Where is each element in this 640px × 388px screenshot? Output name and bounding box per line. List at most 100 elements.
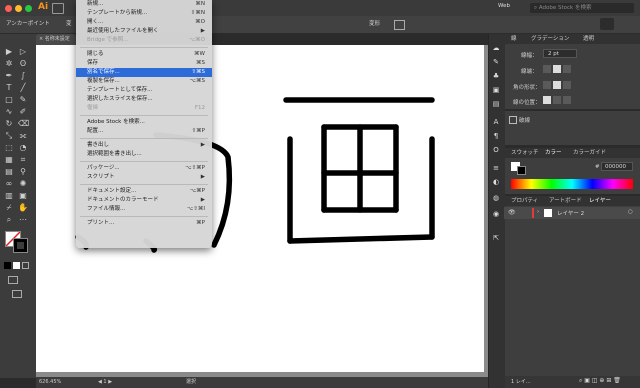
symbols-icon[interactable]: ♣	[492, 72, 500, 80]
document-tab[interactable]: × 名称未設定	[36, 34, 76, 45]
paintbrush-tool-icon[interactable]: ✎	[18, 95, 28, 105]
align-outside-button[interactable]	[563, 96, 571, 104]
align-icon[interactable]	[394, 20, 405, 30]
hand-tool-icon[interactable]: ✋	[18, 203, 28, 213]
magic-wand-tool-icon[interactable]: ✲	[4, 59, 14, 69]
zoom-level[interactable]: 626.45%	[39, 377, 61, 388]
tab-color[interactable]: カラー	[545, 148, 562, 158]
rectangle-tool-icon[interactable]: □	[4, 95, 14, 105]
layer-row[interactable]: 👁 › レイヤー 2 ○	[504, 207, 640, 219]
round-cap-button[interactable]	[553, 65, 561, 73]
slice-tool-icon[interactable]: ⌿	[4, 203, 14, 213]
paragraph-icon[interactable]: ¶	[492, 132, 500, 140]
menu-item[interactable]: プリント... ⌘P	[76, 219, 212, 228]
tab-gradient[interactable]: グラデーション	[531, 34, 569, 44]
layer-target-icon[interactable]: ○	[628, 209, 633, 215]
menu-item[interactable]: 最近使用したファイルを開く ▶	[76, 27, 212, 36]
blend-tool-icon[interactable]: ∞	[4, 179, 14, 189]
appearance-icon[interactable]: ▤	[492, 100, 500, 108]
transform-link[interactable]: 変形	[369, 19, 380, 27]
miter-join-button[interactable]	[543, 81, 551, 89]
tab-swatches[interactable]: スウォッチ	[511, 148, 539, 158]
menu-item[interactable]: パッケージ... ⌥⇧⌘P	[76, 164, 212, 173]
draw-mode-icon[interactable]	[8, 276, 18, 284]
hex-input[interactable]: 000000	[601, 162, 633, 171]
curvature-tool-icon[interactable]: ∫	[18, 71, 28, 81]
artboard-tool-icon[interactable]: ▣	[18, 191, 28, 201]
menu-item[interactable]: Adobe Stock を検索...	[76, 118, 212, 127]
dashed-line-checkbox[interactable]	[509, 116, 517, 124]
zoom-tool-icon[interactable]: ⌕	[4, 215, 14, 225]
gradient-icon[interactable]: ◐	[492, 178, 500, 186]
bevel-join-button[interactable]	[563, 81, 571, 89]
graphic-styles-icon[interactable]: ▣	[492, 86, 500, 94]
menu-item[interactable]: 選択範囲を書き出し...	[76, 150, 212, 159]
menu-item[interactable]: 新規... ⌘N	[76, 0, 212, 9]
libraries-icon[interactable]: ☁	[492, 44, 500, 52]
line-tool-icon[interactable]: ╱	[18, 83, 28, 93]
character-icon[interactable]: A	[492, 118, 500, 126]
width-tool-icon[interactable]: ⟗	[18, 131, 28, 141]
maximize-window-button[interactable]	[25, 5, 32, 12]
tab-transparency[interactable]: 透明	[583, 34, 594, 44]
artboard-navigator[interactable]: ◀ 1 ▶	[98, 377, 112, 388]
tab-stroke[interactable]: 線	[511, 34, 517, 44]
stroke-color-indicator[interactable]	[517, 166, 526, 175]
footer-icons[interactable]: ⌕ ▣ ◫ ⊕ ⊞ 🗑	[579, 377, 621, 385]
menu-item[interactable]: 複製を保存... ⌥⌘S	[76, 77, 212, 86]
workspace-switcher[interactable]: Web	[498, 3, 510, 9]
eyedropper-tool-icon[interactable]: ⚲	[18, 167, 28, 177]
color-mode-button[interactable]	[4, 262, 11, 269]
menu-item[interactable]: テンプレートとして保存...	[76, 86, 212, 95]
none-mode-button[interactable]	[22, 262, 29, 269]
menu-item[interactable]: 書き出し ▶	[76, 141, 212, 150]
tab-artboards[interactable]: アートボード	[549, 196, 582, 206]
transparency-icon[interactable]: ◍	[492, 194, 500, 202]
direct-selection-tool-icon[interactable]: ▷	[18, 47, 28, 57]
lasso-tool-icon[interactable]: ʘ	[18, 59, 28, 69]
menu-item[interactable]: 保存 ⌘S	[76, 59, 212, 68]
menu-item[interactable]: 選択したスライスを保存...	[76, 95, 212, 104]
menu-item[interactable]: ドキュメントのカラーモード ▶	[76, 196, 212, 205]
menu-item[interactable]: スクリプト ▶	[76, 173, 212, 182]
scale-tool-icon[interactable]: ⤡	[4, 131, 14, 141]
menu-item[interactable]: テンプレートから新規... ⇧⌘N	[76, 9, 212, 18]
align-inside-button[interactable]	[553, 96, 561, 104]
menu-item[interactable]: 配置... ⇧⌘P	[76, 127, 212, 136]
menu-item[interactable]: 開く... ⌘O	[76, 18, 212, 27]
perspective-grid-tool-icon[interactable]: ▦	[4, 155, 14, 165]
projecting-cap-button[interactable]	[563, 65, 571, 73]
minimize-window-button[interactable]	[15, 5, 22, 12]
expand-layer-icon[interactable]: ›	[537, 209, 539, 215]
stroke-weight-input[interactable]: 2 pt	[543, 49, 577, 58]
layer-name[interactable]: レイヤー 2	[557, 209, 584, 217]
menu-item[interactable]: 閉じる ⌘W	[76, 50, 212, 59]
menu-item[interactable]: 別名で保存... ⇧⌘S	[76, 68, 212, 77]
screen-mode-icon[interactable]	[12, 290, 22, 298]
shape-builder-tool-icon[interactable]: ◔	[18, 143, 28, 153]
visibility-eye-icon[interactable]: 👁	[508, 209, 516, 216]
stock-search-input[interactable]: ⌕ Adobe Stock を検索	[530, 3, 634, 13]
tab-layers[interactable]: レイヤー	[589, 196, 611, 206]
color-spectrum[interactable]	[511, 179, 633, 189]
gradient-tool-icon[interactable]: ▤	[4, 167, 14, 177]
butt-cap-button[interactable]	[543, 65, 551, 73]
tab-properties[interactable]: プロパティ	[511, 196, 538, 206]
gradient-mode-button[interactable]	[13, 262, 20, 269]
export-icon[interactable]: ⇱	[492, 234, 500, 242]
arrange-button[interactable]	[600, 18, 614, 30]
selection-tool-icon[interactable]: ▶	[4, 47, 14, 57]
shaper-tool-icon[interactable]: ∿	[4, 107, 14, 117]
rotate-tool-icon[interactable]: ↻	[4, 119, 14, 129]
mesh-tool-icon[interactable]: ⌗	[18, 155, 28, 165]
pencil-tool-icon[interactable]: ✐	[18, 107, 28, 117]
column-graph-tool-icon[interactable]: ▥	[4, 191, 14, 201]
free-transform-tool-icon[interactable]: ⬚	[4, 143, 14, 153]
stroke-swatch[interactable]	[13, 238, 28, 253]
type-tool-icon[interactable]: T	[4, 83, 14, 93]
symbol-sprayer-tool-icon[interactable]: ✺	[18, 179, 28, 189]
menu-item[interactable]: ファイル情報... ⌥⇧⌘I	[76, 205, 212, 214]
opentype-icon[interactable]: O	[492, 146, 500, 154]
tab-color-guide[interactable]: カラーガイド	[573, 148, 606, 158]
stroke-icon[interactable]: ≡	[492, 164, 500, 172]
